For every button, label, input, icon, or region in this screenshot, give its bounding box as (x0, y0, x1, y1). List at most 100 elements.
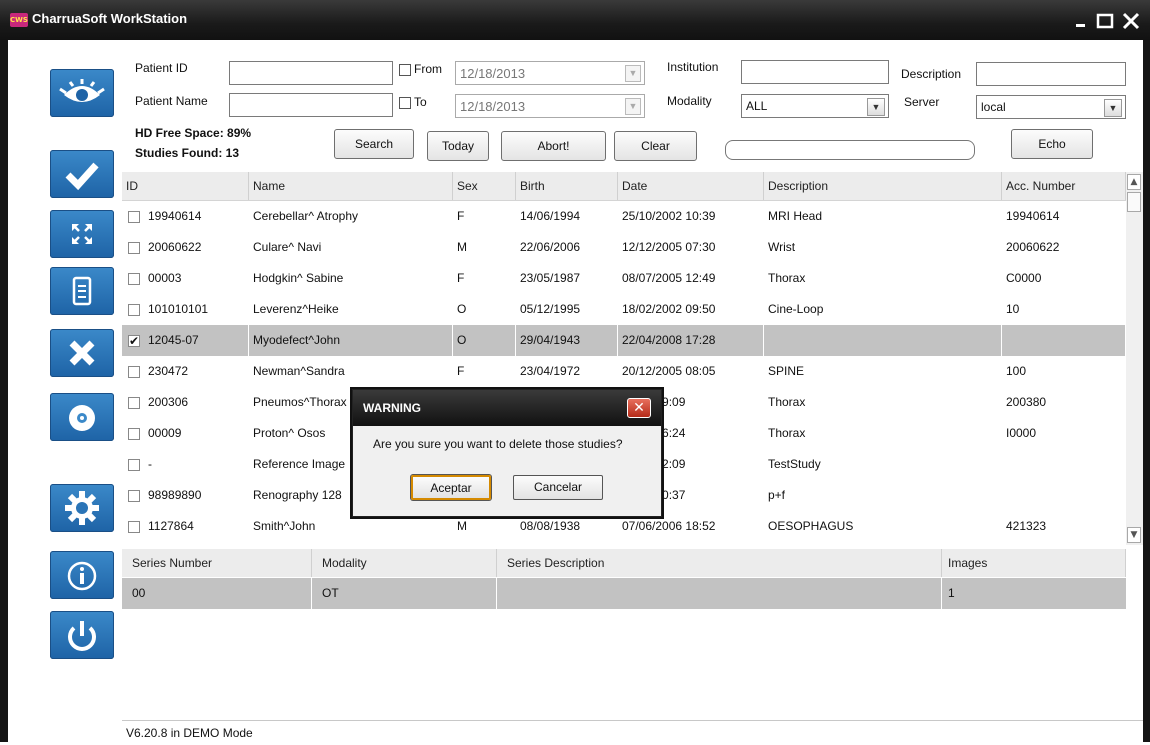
about-button[interactable] (50, 551, 114, 599)
from-date-picker[interactable]: 12/18/2013 ▼ (455, 61, 645, 85)
study-id: 101010101 (148, 302, 209, 316)
select-button[interactable] (50, 150, 114, 198)
study-acc-number: I0000 (1006, 426, 1037, 440)
chevron-down-icon[interactable]: ▼ (1104, 99, 1122, 117)
hd-free-space: HD Free Space: 89% (135, 126, 252, 140)
disc-icon (69, 405, 95, 431)
study-acc-number: 100 (1006, 364, 1027, 378)
title-bar: CWS CharruaSoft WorkStation (0, 0, 1150, 40)
study-id: 98989890 (148, 488, 202, 502)
column-header-date[interactable]: Date (618, 172, 764, 200)
study-acc-number: 19940614 (1006, 209, 1060, 223)
series-table: Series Number Modality Series Descriptio… (122, 549, 1143, 720)
chevron-down-icon[interactable]: ▼ (867, 98, 885, 116)
server-select[interactable]: local ▼ (976, 95, 1126, 119)
study-date: 22/04/2008 17:28 (618, 325, 764, 356)
chevron-down-icon[interactable]: ▼ (625, 98, 641, 115)
institution-label: Institution (667, 60, 719, 74)
to-checkbox[interactable] (399, 97, 411, 109)
accept-button[interactable]: Aceptar (411, 475, 491, 500)
scroll-down-icon[interactable]: ▼ (1127, 527, 1141, 543)
column-header-sex[interactable]: Sex (453, 172, 516, 200)
table-row[interactable]: 19940614 Cerebellar^ Atrophy F 14/06/1994 25… (122, 201, 1126, 232)
settings-button[interactable] (50, 484, 114, 532)
column-header-birth[interactable]: Birth (516, 172, 618, 200)
exit-button[interactable] (50, 611, 114, 659)
description-input[interactable] (976, 62, 1126, 86)
dialog-title-bar: WARNING ✕ (353, 390, 661, 426)
view-button[interactable] (50, 69, 114, 117)
institution-input[interactable] (741, 60, 889, 84)
study-id: 19940614 (148, 209, 202, 223)
column-header-name[interactable]: Name (249, 172, 453, 200)
column-header-series-description[interactable]: Series Description (497, 549, 942, 577)
table-row[interactable]: 230472 Newman^Sandra F 23/04/1972 20/12/2005… (122, 356, 1126, 387)
to-date-picker[interactable]: 12/18/2013 ▼ (455, 94, 645, 118)
patient-name-input[interactable] (229, 93, 393, 117)
study-acc-number: C0000 (1006, 271, 1042, 285)
study-sex: O (457, 302, 467, 316)
cancel-button[interactable]: Cancelar (513, 475, 603, 500)
info-icon (67, 561, 97, 591)
patient-id-input[interactable] (229, 61, 393, 85)
delete-button[interactable] (50, 329, 114, 377)
study-id: 200306 (148, 395, 189, 409)
table-row[interactable]: 00003 Hodgkin^ Sabine F 23/05/1987 08/07/200… (122, 263, 1126, 294)
echo-button[interactable]: Echo (1011, 129, 1093, 159)
x-icon (69, 340, 95, 366)
study-acc-number: 200380 (1006, 395, 1047, 409)
studies-found-count: Studies Found: 13 (135, 146, 240, 160)
table-row[interactable]: ✔ 12045-07 Myodefect^John O 29/04/1943 22/04/… (122, 325, 1126, 356)
column-header-modality[interactable]: Modality (312, 549, 497, 577)
dialog-message: Are you sure you want to delete those st… (373, 437, 623, 451)
scroll-up-icon[interactable]: ▲ (1127, 174, 1141, 190)
column-header-acc-number[interactable]: Acc. Number (1002, 172, 1126, 200)
burn-cd-button[interactable] (50, 393, 114, 441)
modality-select[interactable]: ALL ▼ (741, 94, 889, 118)
sidebar (8, 40, 122, 742)
study-description: Thorax (768, 426, 806, 440)
patient-name-label: Patient Name (135, 94, 208, 108)
study-birth: 29/04/1943 (516, 325, 618, 356)
study-description: p+f (768, 488, 786, 502)
study-date: 20/12/2005 08:05 (622, 364, 716, 378)
series-row[interactable]: 00 OT 1 (122, 578, 1126, 609)
table-row[interactable]: 101010101 Leverenz^Heike O 05/12/1995 18/02/… (122, 294, 1126, 325)
dialog-title: WARNING (363, 401, 421, 415)
study-sex: F (457, 271, 465, 285)
chevron-down-icon[interactable]: ▼ (625, 65, 641, 82)
from-checkbox[interactable] (399, 64, 411, 76)
maximize-icon[interactable] (1094, 10, 1116, 32)
minimize-icon[interactable] (1070, 10, 1092, 32)
column-header-id[interactable]: ID (122, 172, 249, 200)
column-header-description[interactable]: Description (764, 172, 1002, 200)
report-button[interactable] (50, 267, 114, 315)
scroll-thumb[interactable] (1127, 192, 1141, 212)
search-button[interactable]: Search (334, 129, 414, 159)
close-icon[interactable]: ✕ (627, 398, 651, 418)
study-id: 230472 (148, 364, 189, 378)
study-birth: 05/12/1995 (520, 302, 581, 316)
study-birth: 22/06/2006 (520, 240, 581, 254)
column-header-series-number[interactable]: Series Number (122, 549, 312, 577)
study-sex: O (453, 325, 516, 356)
series-number: 00 (122, 578, 312, 609)
close-icon[interactable] (1120, 10, 1142, 32)
warning-dialog: WARNING ✕ Are you sure you want to delet… (352, 389, 662, 517)
today-button[interactable]: Today (427, 131, 489, 161)
study-id: 20060622 (148, 240, 202, 254)
study-acc-number: 20060622 (1006, 240, 1060, 254)
study-id: 00009 (148, 426, 182, 440)
abort-button[interactable]: Abort! (501, 131, 606, 161)
study-name: Leverenz^Heike (253, 302, 339, 316)
description-label: Description (901, 67, 962, 81)
studies-scrollbar[interactable]: ▲ ▼ (1126, 172, 1143, 545)
study-name: Hodgkin^ Sabine (253, 271, 344, 285)
column-header-images[interactable]: Images (942, 549, 1126, 577)
expand-button[interactable] (50, 210, 114, 258)
study-id: 00003 (148, 271, 182, 285)
table-row[interactable]: 20060622 Culare^ Navi M 22/06/2006 12/12/200… (122, 232, 1126, 263)
study-name: Newman^Sandra (253, 364, 345, 378)
to-date-value: 12/18/2013 (460, 99, 526, 114)
clear-button[interactable]: Clear (614, 131, 697, 161)
